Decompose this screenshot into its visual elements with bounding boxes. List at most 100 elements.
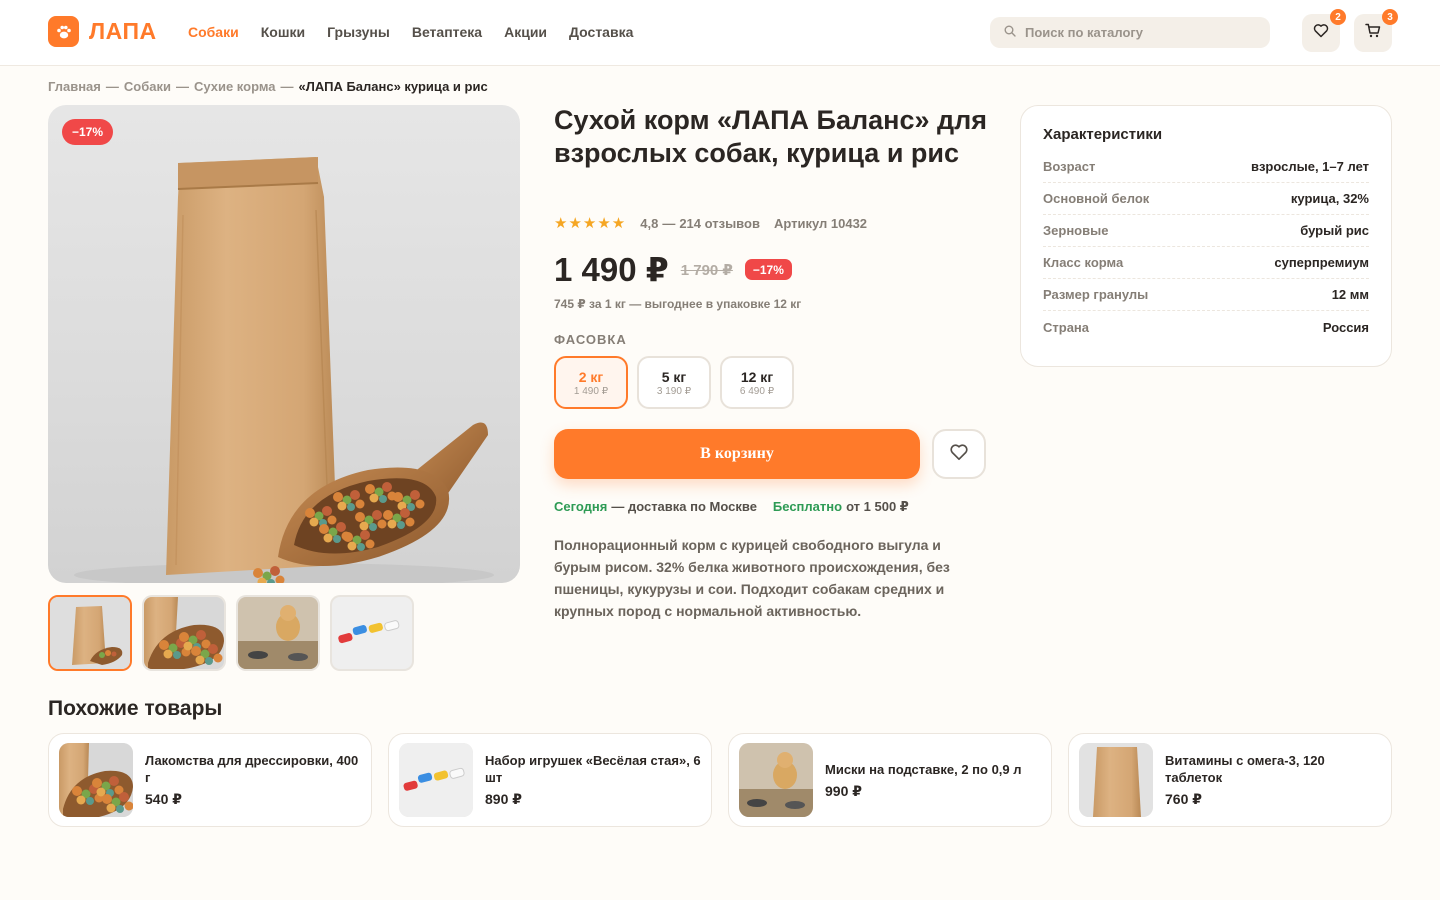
product-card-image <box>59 743 133 817</box>
thumbnail-bag[interactable] <box>48 595 132 671</box>
star-rating-icon: ★★★★★ <box>554 215 627 232</box>
specs-card: Характеристики Возраст взрослые, 1–7 лет… <box>1020 105 1392 367</box>
product-card-name: Лакомства для дрессировки, 400 г <box>145 753 359 785</box>
search-box <box>990 17 1270 48</box>
thumbnail-dog-bowls[interactable] <box>236 595 320 671</box>
breadcrumb-separator: — <box>105 79 119 94</box>
product-card-price: 760 ₽ <box>1165 791 1202 807</box>
pack-option-12kg[interactable]: 12 кг 6 490 ₽ <box>720 356 794 409</box>
brand-name: ЛАПА <box>89 18 157 44</box>
heart-icon <box>949 443 969 466</box>
spec-key: Размер гранулы <box>1043 287 1149 302</box>
pack-option-5kg[interactable]: 5 кг 3 190 ₽ <box>637 356 711 409</box>
spec-value: взрослые, 1–7 лет <box>1250 159 1369 174</box>
breadcrumb-home[interactable]: Главная <box>48 79 101 94</box>
product-title: Сухой корм «ЛАПА Баланс» для взрослых со… <box>554 105 988 168</box>
breadcrumb-separator: — <box>175 79 189 94</box>
favorites-button[interactable]: 2 <box>1302 9 1346 52</box>
old-price: 1 790 ₽ <box>680 261 733 279</box>
favorites-count-badge: 2 <box>1330 9 1346 25</box>
price-row: 1 490 ₽ 1 790 ₽ −17% <box>554 250 792 289</box>
spec-row-age: Возраст взрослые, 1–7 лет <box>1043 151 1369 183</box>
product-card-image <box>739 743 813 817</box>
similar-products-list: Лакомства для дрессировки, 400 г 540 ₽ Н… <box>48 733 1392 827</box>
delivery-info: Сегодня — доставка по Москве Бесплатно о… <box>554 499 909 515</box>
spec-row-protein: Основной белок курица, 32% <box>1043 183 1369 215</box>
breadcrumb-dry-food[interactable]: Сухие корма <box>194 79 276 94</box>
main-nav: Собаки Кошки Грызуны Ветаптека Акции Дос… <box>188 24 655 40</box>
similar-products-title: Похожие товары <box>48 697 223 720</box>
pack-size-label: ФАСОВКА <box>554 332 627 347</box>
pack-weight: 2 кг <box>578 368 604 385</box>
thumbnail-scoop[interactable] <box>142 595 226 671</box>
search-input[interactable] <box>1025 25 1255 40</box>
pack-price: 3 190 ₽ <box>656 385 692 397</box>
logo[interactable]: ЛАПА <box>48 16 157 47</box>
spec-value: Россия <box>1322 319 1369 335</box>
spec-row-kibble-size: Размер гранулы 12 мм <box>1043 279 1369 311</box>
discount-badge: −17% <box>62 119 114 145</box>
site-header: ЛАПА Собаки Кошки Грызуны Ветаптека Акци… <box>0 0 1440 66</box>
nav-item-delivery[interactable]: Доставка <box>569 24 633 40</box>
product-card[interactable]: Миски на подставке, 2 по 0,9 л 990 ₽ <box>728 733 1052 827</box>
breadcrumb: Главная — Собаки — Сухие корма — «ЛАПА Б… <box>48 79 488 94</box>
pack-size-selector: 2 кг 1 490 ₽ 5 кг 3 190 ₽ 12 кг 6 490 ₽ <box>554 356 803 409</box>
paw-icon <box>48 16 79 47</box>
current-price: 1 490 ₽ <box>554 251 669 288</box>
heart-icon <box>1313 23 1329 43</box>
discount-pill: −17% <box>744 259 792 280</box>
product-card[interactable]: Набор игрушек «Весёлая стая», 6 шт 890 ₽ <box>388 733 712 827</box>
delivery-free: Бесплатно <box>772 499 843 514</box>
breadcrumb-separator: — <box>280 79 294 94</box>
nav-item-dogs[interactable]: Собаки <box>188 24 239 40</box>
product-card-image <box>1079 743 1153 817</box>
thumbnail-toys[interactable] <box>330 595 414 671</box>
pack-price: 6 490 ₽ <box>739 385 775 397</box>
cart-count-badge: 3 <box>1382 9 1398 25</box>
add-to-cart-button[interactable]: В корзину <box>554 429 920 479</box>
product-card-price: 890 ₽ <box>485 791 522 807</box>
cart-button[interactable]: 3 <box>1354 9 1398 52</box>
product-description: Полнорационный корм с курицей свободного… <box>554 537 950 619</box>
delivery-today-text: — доставка по Москве <box>611 499 757 514</box>
delivery-today: Сегодня <box>554 499 608 514</box>
sku: Артикул 10432 <box>773 215 868 231</box>
spec-key: Возраст <box>1043 159 1096 174</box>
cart-icon <box>1365 23 1381 43</box>
product-card[interactable]: Витамины с омега-3, 120 таблеток 760 ₽ <box>1068 733 1392 827</box>
specs-title: Характеристики <box>1043 126 1163 143</box>
product-main-image[interactable]: −17% <box>48 105 520 583</box>
product-card-price: 540 ₽ <box>145 791 182 807</box>
rating-value: 4,8 <box>640 215 659 231</box>
spec-row-grains: Зерновые бурый рис <box>1043 215 1369 247</box>
product-card-image <box>399 743 473 817</box>
pack-option-2kg[interactable]: 2 кг 1 490 ₽ <box>554 356 628 409</box>
product-card-name: Миски на подставке, 2 по 0,9 л <box>825 761 1022 777</box>
spec-key: Страна <box>1043 319 1090 335</box>
spec-key: Класс корма <box>1043 255 1124 270</box>
rating-row: ★★★★★ 4,8 — 214 отзывов Артикул 10432 <box>554 214 867 232</box>
pack-weight: 5 кг <box>661 368 687 385</box>
breadcrumb-dogs[interactable]: Собаки <box>124 79 171 94</box>
bag-with-scoop-illustration <box>74 157 494 583</box>
nav-item-rodents[interactable]: Грызуны <box>327 24 390 40</box>
spec-key: Зерновые <box>1043 223 1109 238</box>
reviews-link[interactable]: 214 отзывов <box>679 216 760 231</box>
add-to-favorites-button[interactable] <box>932 429 986 479</box>
spec-value: суперпремиум <box>1274 255 1369 270</box>
nav-item-vet-pharmacy[interactable]: Ветаптека <box>412 24 482 40</box>
spec-value: курица, 32% <box>1290 191 1369 206</box>
breadcrumb-current: «ЛАПА Баланс» курица и рис <box>298 79 488 94</box>
spec-key: Основной белок <box>1043 191 1150 206</box>
delivery-free-text: от 1 500 ₽ <box>846 499 909 514</box>
nav-item-cats[interactable]: Кошки <box>261 24 305 40</box>
product-card[interactable]: Лакомства для дрессировки, 400 г 540 ₽ <box>48 733 372 827</box>
pack-weight: 12 кг <box>740 368 774 385</box>
nav-item-promotions[interactable]: Акции <box>504 24 547 40</box>
thumbnail-strip <box>48 595 424 671</box>
spec-value: 12 мм <box>1331 287 1369 302</box>
product-card-price: 990 ₽ <box>825 782 862 799</box>
spec-row-class: Класс корма суперпремиум <box>1043 247 1369 279</box>
unit-price-note: 745 ₽ за 1 кг — выгоднее в упаковке 12 к… <box>554 297 802 311</box>
rating-separator: — <box>662 215 676 231</box>
